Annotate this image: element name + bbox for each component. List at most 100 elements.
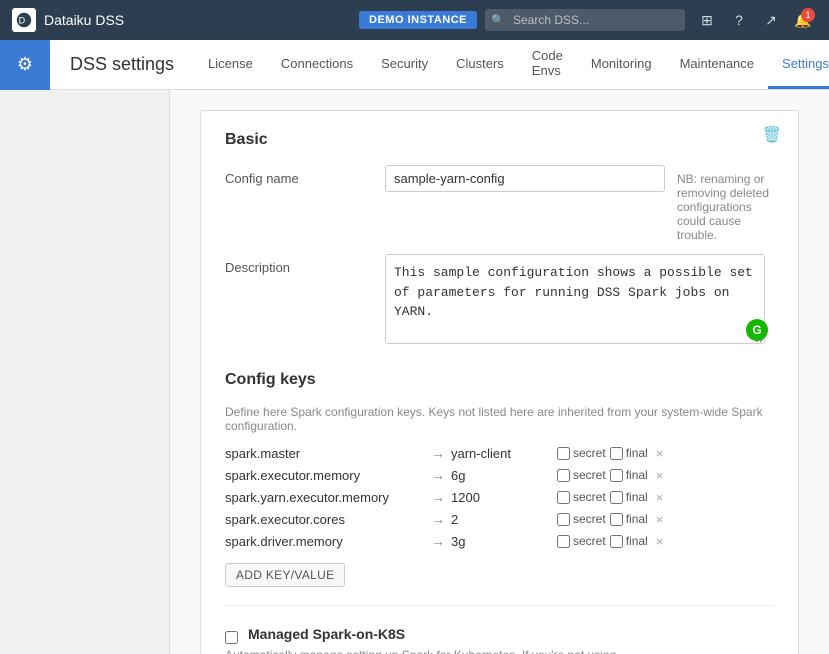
- grammarly-icon: G: [746, 319, 768, 341]
- analytics-icon[interactable]: ↗: [757, 6, 785, 34]
- main-content: 🗑 Basic Config name NB: renaming or remo…: [170, 90, 829, 654]
- add-key-value-button[interactable]: ADD KEY/VALUE: [225, 563, 345, 587]
- remove-row-0[interactable]: ×: [656, 446, 664, 461]
- secret-checkbox-4[interactable]: [557, 535, 570, 548]
- secret-checkbox-2[interactable]: [557, 491, 570, 504]
- secret-label: secret: [573, 468, 606, 482]
- final-checkbox-2[interactable]: [610, 491, 623, 504]
- nav-item-maintenance[interactable]: Maintenance: [666, 40, 768, 89]
- table-row: spark.executor.cores → 2 secret final ×: [225, 511, 774, 527]
- secret-label: secret: [573, 490, 606, 504]
- remove-row-3[interactable]: ×: [656, 512, 664, 527]
- secret-checkbox-0[interactable]: [557, 447, 570, 460]
- nav-item-code-envs[interactable]: Code Envs: [518, 40, 577, 89]
- key-checks-0: secret final ×: [557, 446, 774, 461]
- final-check-4: final: [610, 534, 648, 548]
- secret-check-3: secret: [557, 512, 606, 526]
- config-keys-section: Config keys Define here Spark configurat…: [225, 371, 774, 587]
- final-check-2: final: [610, 490, 648, 504]
- final-check-1: final: [610, 468, 648, 482]
- arrow-icon: →: [431, 467, 445, 483]
- key-value-3: 2: [451, 512, 551, 527]
- key-checks-4: secret final ×: [557, 534, 774, 549]
- help-icon[interactable]: ?: [725, 6, 753, 34]
- managed-spark-checkbox[interactable]: [225, 631, 238, 644]
- key-checks-3: secret final ×: [557, 512, 774, 527]
- secret-check-0: secret: [557, 446, 606, 460]
- key-name-0: spark.master: [225, 446, 425, 461]
- delete-button[interactable]: 🗑: [762, 125, 782, 145]
- arrow-icon: →: [431, 445, 445, 461]
- secondbar: ⚙ DSS settings License Connections Secur…: [0, 40, 829, 90]
- nav-item-security[interactable]: Security: [367, 40, 442, 89]
- page-layout: 🗑 Basic Config name NB: renaming or remo…: [0, 90, 829, 654]
- arrow-icon: →: [431, 533, 445, 549]
- demo-badge: DEMO INSTANCE: [359, 11, 477, 29]
- basic-section-title: Basic: [225, 131, 774, 149]
- remove-row-4[interactable]: ×: [656, 534, 664, 549]
- managed-spark-desc: Automatically manage setting up Spark fo…: [225, 646, 645, 654]
- topbar: D Dataiku DSS DEMO INSTANCE ⊞ ? ↗ 🔔 1: [0, 0, 829, 40]
- notification-count: 1: [801, 8, 815, 22]
- description-row: Description This sample configuration sh…: [225, 254, 774, 347]
- search-input[interactable]: [485, 9, 685, 31]
- secret-checkbox-1[interactable]: [557, 469, 570, 482]
- secret-checkbox-3[interactable]: [557, 513, 570, 526]
- config-name-label: Config name: [225, 165, 385, 186]
- table-row: spark.yarn.executor.memory → 1200 secret…: [225, 489, 774, 505]
- managed-spark-section: Managed Spark-on-K8S Automatically manag…: [225, 626, 774, 654]
- settings-card: 🗑 Basic Config name NB: renaming or remo…: [200, 110, 799, 654]
- key-value-0: yarn-client: [451, 446, 551, 461]
- secret-label: secret: [573, 512, 606, 526]
- config-name-input[interactable]: [385, 165, 665, 192]
- description-control: This sample configuration shows a possib…: [385, 254, 774, 347]
- description-textarea[interactable]: This sample configuration shows a possib…: [385, 254, 765, 344]
- description-label: Description: [225, 254, 385, 275]
- nav-item-settings[interactable]: Settings: [768, 40, 829, 89]
- logo-icon: D: [12, 8, 36, 32]
- final-check-3: final: [610, 512, 648, 526]
- config-keys-hint: Define here Spark configuration keys. Ke…: [225, 405, 774, 433]
- table-row: spark.executor.memory → 6g secret final …: [225, 467, 774, 483]
- final-label: final: [626, 512, 648, 526]
- secret-label: secret: [573, 534, 606, 548]
- key-name-1: spark.executor.memory: [225, 468, 425, 483]
- app-logo: D Dataiku DSS: [12, 8, 351, 32]
- nav-item-clusters[interactable]: Clusters: [442, 40, 518, 89]
- config-name-hint: NB: renaming or removing deleted configu…: [677, 165, 774, 242]
- nav-item-monitoring[interactable]: Monitoring: [577, 40, 666, 89]
- topbar-icons: ⊞ ? ↗ 🔔 1: [693, 6, 817, 34]
- grid-icon[interactable]: ⊞: [693, 6, 721, 34]
- app-name: Dataiku DSS: [44, 12, 124, 28]
- remove-row-2[interactable]: ×: [656, 490, 664, 505]
- managed-spark-row: Managed Spark-on-K8S: [225, 626, 774, 646]
- final-checkbox-4[interactable]: [610, 535, 623, 548]
- key-name-2: spark.yarn.executor.memory: [225, 490, 425, 505]
- key-value-4: 3g: [451, 534, 551, 549]
- page-title: DSS settings: [50, 54, 194, 75]
- main-nav: License Connections Security Clusters Co…: [194, 40, 829, 89]
- final-checkbox-1[interactable]: [610, 469, 623, 482]
- config-keys-title: Config keys: [225, 371, 774, 389]
- final-label: final: [626, 490, 648, 504]
- final-checkbox-3[interactable]: [610, 513, 623, 526]
- key-value-2: 1200: [451, 490, 551, 505]
- remove-row-1[interactable]: ×: [656, 468, 664, 483]
- config-name-control: [385, 165, 665, 192]
- key-checks-2: secret final ×: [557, 490, 774, 505]
- divider-1: [225, 605, 774, 606]
- nav-item-license[interactable]: License: [194, 40, 267, 89]
- key-name-4: spark.driver.memory: [225, 534, 425, 549]
- final-check-0: final: [610, 446, 648, 460]
- nav-item-connections[interactable]: Connections: [267, 40, 367, 89]
- settings-gear-icon: ⚙: [0, 40, 50, 90]
- final-label: final: [626, 534, 648, 548]
- search-wrap: [485, 9, 685, 31]
- final-label: final: [626, 468, 648, 482]
- final-checkbox-0[interactable]: [610, 447, 623, 460]
- key-checks-1: secret final ×: [557, 468, 774, 483]
- sidebar: [0, 90, 170, 654]
- secret-check-4: secret: [557, 534, 606, 548]
- secret-check-2: secret: [557, 490, 606, 504]
- secret-label: secret: [573, 446, 606, 460]
